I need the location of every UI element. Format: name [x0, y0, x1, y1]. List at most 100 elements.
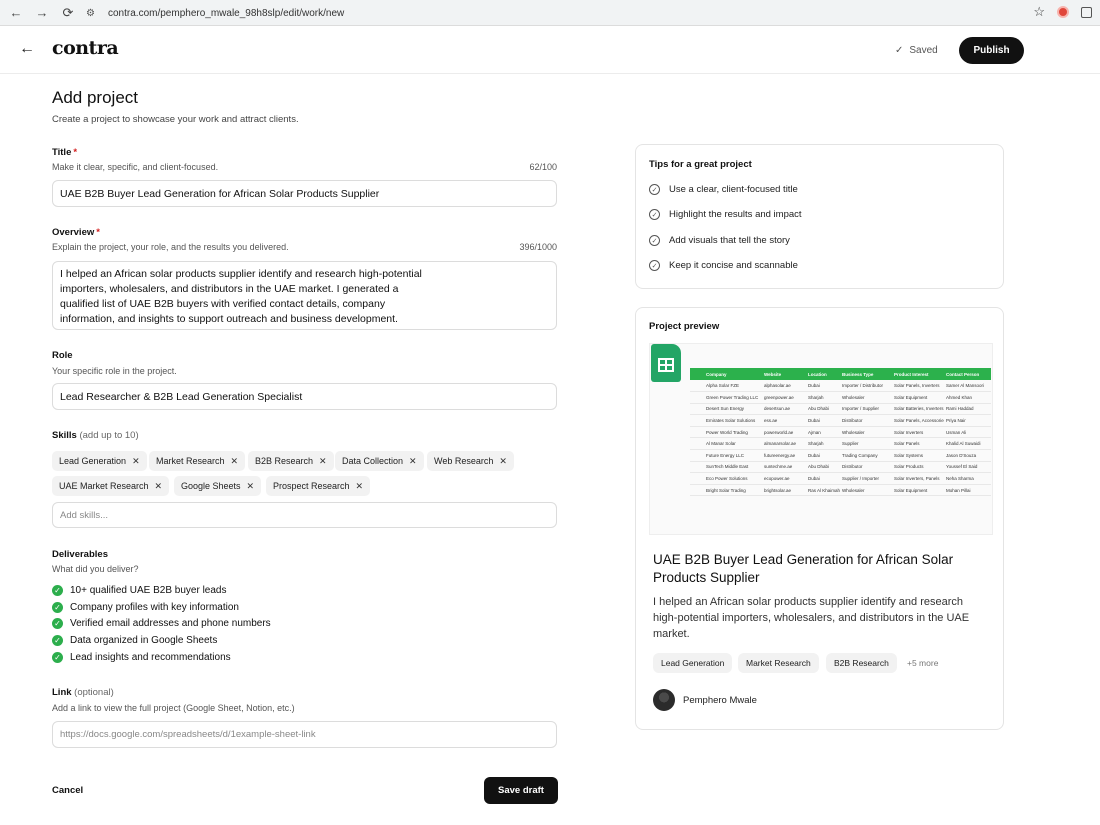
- title-label-text: Title: [52, 147, 72, 158]
- sheet-cell: almanarsolar.ae: [762, 437, 806, 451]
- browser-forward-icon[interactable]: →: [32, 3, 52, 23]
- deliverables-label: Deliverables: [52, 549, 108, 560]
- sheet-row: Bright Solar Trading brightsolar.ae Ras Al…: [690, 484, 991, 497]
- sheet-cell: Dubai: [806, 414, 840, 427]
- publish-button[interactable]: Publish: [959, 37, 1024, 64]
- title-label: Title *: [52, 147, 77, 158]
- extension-icon[interactable]: [1057, 6, 1069, 18]
- role-input[interactable]: Lead Researcher & B2B Lead Generation Sp…: [52, 383, 557, 410]
- sheet-cell: Solar Panels, Inverters: [892, 380, 944, 393]
- skills-label-note: (add up to 10): [79, 430, 139, 441]
- link-input[interactable]: https://docs.google.com/spreadsheets/d/1…: [52, 721, 557, 748]
- sheet-cell: Ras Al Khaimah: [806, 484, 840, 497]
- preview-sheet-image: Company Website Location Business Type Produ…: [649, 343, 993, 535]
- sheet-cell: Supplier / Importer: [840, 472, 892, 485]
- role-help: Your specific role in the project.: [52, 366, 177, 376]
- sheet-cell: Solar Products: [892, 461, 944, 474]
- tip-text: Use a clear, client-focused title: [669, 184, 798, 195]
- sheet-header-cell: Company: [704, 368, 762, 380]
- bookmark-star-icon[interactable]: ☆: [1033, 4, 1045, 20]
- skill-chip-label: Market Research: [156, 456, 225, 466]
- sheet-cell: Green Power Trading LLC: [704, 391, 762, 404]
- sheet-cell: Solar Systems: [892, 449, 944, 462]
- sheet-header-cell: Location: [806, 368, 840, 380]
- deliverable-item: ✓ Data organized in Google Sheets: [52, 632, 217, 648]
- remove-chip-icon[interactable]: ✕: [247, 481, 255, 492]
- sheet-cell: Solar Inverters, Panels: [892, 472, 944, 485]
- sheet-cell: Ajman: [806, 426, 840, 439]
- tip-item: ✓ Keep it concise and scannable: [649, 260, 798, 271]
- sheet-row-number: [690, 472, 704, 485]
- sheet-corner-cell: [690, 368, 704, 380]
- sheet-row-number: [690, 437, 704, 451]
- sheet-row-number: [690, 380, 704, 393]
- cancel-button[interactable]: Cancel: [52, 785, 83, 796]
- check-circle-outline-icon: ✓: [649, 260, 660, 271]
- skill-chip: Lead Generation ✕: [52, 451, 147, 471]
- sheet-cell: Solar Panels, Accessories: [892, 414, 944, 427]
- sheet-cell: Khalid Al Suwaidi: [944, 437, 991, 451]
- check-circle-icon: ✓: [52, 584, 63, 596]
- sheet-cell: Ahmed Khan: [944, 391, 991, 404]
- link-label-text: Link: [52, 687, 72, 698]
- sheet-row-number: [690, 449, 704, 462]
- tip-item: ✓ Use a clear, client-focused title: [649, 184, 798, 195]
- contra-logo[interactable]: contra: [52, 37, 119, 59]
- sheet-cell: futureenergy.ae: [762, 449, 806, 462]
- preview-skill-chip: B2B Research: [826, 653, 897, 673]
- overview-char-count: 396/1000: [519, 242, 557, 252]
- deliverable-item: ✓ Lead insights and recommendations: [52, 649, 231, 665]
- sheet-cell: Alpha Solar FZE: [704, 380, 762, 393]
- remove-chip-icon[interactable]: ✕: [356, 481, 364, 492]
- required-mark: *: [73, 147, 78, 158]
- sheet-cell: Al Manar Solar: [704, 437, 762, 451]
- tip-item: ✓ Add visuals that tell the story: [649, 235, 790, 246]
- page-subtitle: Create a project to showcase your work a…: [52, 114, 299, 125]
- browser-back-icon[interactable]: ←: [6, 3, 26, 23]
- link-help: Add a link to view the full project (Goo…: [52, 703, 295, 713]
- sheet-cell: Wholesaler: [840, 426, 892, 439]
- deliverable-text: 10+ qualified UAE B2B buyer leads: [70, 584, 227, 596]
- check-circle-outline-icon: ✓: [649, 184, 660, 195]
- sheet-row: Future Energy LLC futureenergy.ae Dubai Tra…: [690, 449, 991, 462]
- sheet-cell: Priya Nair: [944, 414, 991, 427]
- sheet-cell: Abu Dhabi: [806, 461, 840, 474]
- project-preview-card: Project preview Company Website Location Bu…: [635, 307, 1004, 730]
- remove-chip-icon[interactable]: ✕: [409, 456, 417, 467]
- sheet-cell: suntechme.ae: [762, 461, 806, 474]
- sheet-cell: ess.ae: [762, 414, 806, 427]
- sheet-row: Al Manar Solar almanarsolar.ae Sharjah Supp…: [690, 437, 991, 451]
- sheet-cell: Dubai: [806, 472, 840, 485]
- remove-chip-icon[interactable]: ✕: [231, 456, 239, 467]
- site-settings-icon[interactable]: ⚙: [86, 8, 100, 19]
- remove-chip-icon[interactable]: ✕: [319, 456, 327, 467]
- back-arrow-icon[interactable]: ←: [19, 40, 35, 58]
- sheet-cell: Solar Panels: [892, 437, 944, 451]
- check-icon: ✓: [895, 45, 904, 56]
- tip-item: ✓ Highlight the results and impact: [649, 209, 802, 220]
- remove-chip-icon[interactable]: ✕: [499, 456, 507, 467]
- add-skills-input[interactable]: Add skills...: [52, 502, 557, 528]
- deliverable-text: Company profiles with key information: [70, 601, 239, 613]
- deliverable-item: ✓ Company profiles with key information: [52, 599, 239, 615]
- save-draft-button[interactable]: Save draft: [484, 777, 558, 804]
- skill-chip: Data Collection ✕: [335, 451, 424, 471]
- title-input[interactable]: UAE B2B Buyer Lead Generation for Africa…: [52, 180, 557, 207]
- remove-chip-icon[interactable]: ✕: [132, 456, 140, 467]
- address-bar[interactable]: ⚙ contra.com/pemphero_mwale_98h8slp/edit…: [86, 4, 1044, 22]
- sheet-row: Green Power Trading LLC greenpower.ae Shar…: [690, 391, 991, 404]
- preview-more-skills: +5 more: [907, 658, 939, 668]
- side-panel-icon[interactable]: [1081, 6, 1092, 18]
- reload-icon[interactable]: ⟳: [58, 3, 78, 23]
- check-circle-icon: ✓: [52, 617, 63, 629]
- sheet-cell: Wholesaler: [840, 484, 892, 497]
- overview-textarea[interactable]: I helped an African solar products suppl…: [52, 261, 557, 330]
- remove-chip-icon[interactable]: ✕: [155, 481, 163, 492]
- skill-chip: Web Research ✕: [427, 451, 514, 471]
- sheet-header-cell: Contact Person: [944, 368, 991, 380]
- sheet-row: Emirates Solar Solutions ess.ae Dubai Distr…: [690, 414, 991, 427]
- check-circle-outline-icon: ✓: [649, 235, 660, 246]
- sheet-cell: Samer Al Mansoori: [944, 380, 991, 393]
- saved-status: ✓ Saved: [895, 45, 938, 56]
- skill-chip: Google Sheets ✕: [174, 476, 262, 496]
